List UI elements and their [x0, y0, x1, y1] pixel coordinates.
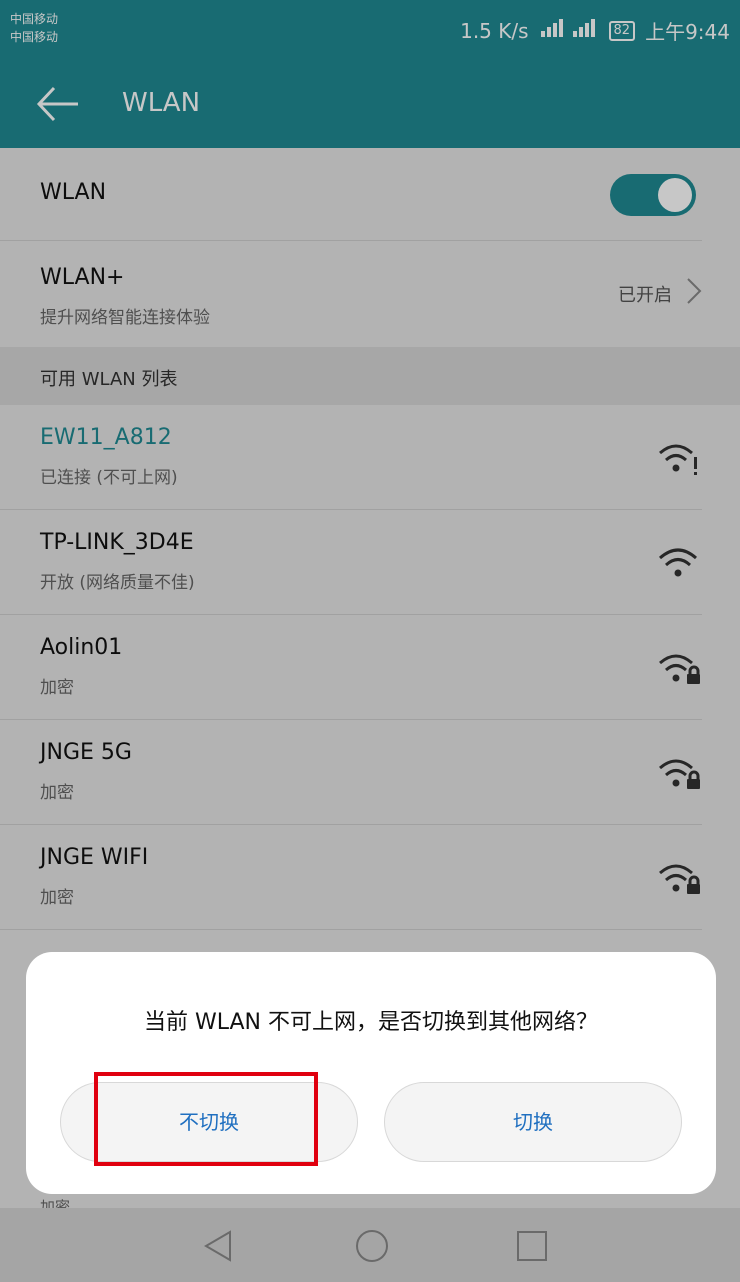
- home-nav-icon[interactable]: [350, 1226, 394, 1266]
- wlan-plus-status: 已开启: [618, 285, 672, 306]
- status-bar: 中国移动 中国移动 1.5 K/s 82 上午9:44: [0, 0, 740, 62]
- available-networks-header: 可用 WLAN 列表: [0, 347, 740, 405]
- wifi-lock-icon: [656, 859, 700, 899]
- switch-network-dialog: 当前 WLAN 不可上网，是否切换到其他网络？ 不切换 切换: [26, 952, 716, 1194]
- network-name: JNGE WIFI: [40, 845, 149, 870]
- wlan-toggle-label: WLAN: [40, 180, 107, 205]
- network-item[interactable]: JNGE 5G 加密: [0, 720, 702, 825]
- carrier-2: 中国移动: [10, 30, 59, 44]
- wlan-toggle-row[interactable]: WLAN: [0, 148, 702, 241]
- network-status: 加密: [40, 678, 74, 698]
- back-arrow-icon[interactable]: [36, 84, 80, 124]
- wifi-lock-icon: [656, 649, 700, 689]
- network-name: TP-LINK_3D4E: [40, 530, 194, 555]
- network-name: Aolin01: [40, 635, 123, 660]
- carrier-labels: 中国移动 中国移动: [10, 10, 58, 46]
- wlan-plus-subtitle: 提升网络智能连接体验: [40, 308, 210, 328]
- network-item[interactable]: JNGE WIFI 加密: [0, 825, 702, 930]
- network-speed: 1.5 K/s: [460, 18, 529, 43]
- status-icons: 1.5 K/s 82 上午9:44: [460, 16, 730, 45]
- wlan-plus-row[interactable]: WLAN+ 提升网络智能连接体验 已开启: [0, 241, 702, 347]
- network-item[interactable]: EW11_A812 已连接 (不可上网): [0, 405, 702, 510]
- carrier-1: 中国移动: [10, 12, 59, 26]
- back-nav-icon[interactable]: [196, 1226, 240, 1266]
- cancel-button[interactable]: 不切换: [60, 1082, 358, 1162]
- network-name: EW11_A812: [40, 425, 172, 450]
- network-status: 已连接 (不可上网): [40, 468, 178, 488]
- network-item[interactable]: TP-LINK_3D4E 开放 (网络质量不佳): [0, 510, 702, 615]
- network-status: 加密: [40, 783, 74, 803]
- clock: 上午9:44: [645, 20, 730, 44]
- chevron-right-icon: [684, 277, 704, 305]
- wifi-lock-icon: [656, 754, 700, 794]
- section-label: 可用 WLAN 列表: [40, 369, 178, 390]
- recents-nav-icon[interactable]: [510, 1226, 554, 1266]
- network-name: JNGE 5G: [40, 740, 132, 765]
- confirm-switch-button[interactable]: 切换: [384, 1082, 682, 1162]
- switch-knob: [658, 178, 692, 212]
- network-status: 加密: [40, 888, 74, 908]
- settings-list: WLAN WLAN+ 提升网络智能连接体验 已开启 可用 WLAN 列表 EW1…: [0, 148, 740, 930]
- app-bar: WLAN: [0, 62, 740, 148]
- page-title: WLAN: [122, 88, 201, 118]
- dialog-message: 当前 WLAN 不可上网，是否切换到其他网络？: [143, 1010, 598, 1035]
- wlan-switch[interactable]: [610, 174, 696, 216]
- signal-icon: [539, 17, 599, 44]
- wlan-plus-title: WLAN+: [40, 265, 125, 290]
- network-item[interactable]: Aolin01 加密: [0, 615, 702, 720]
- network-status: 开放 (网络质量不佳): [40, 573, 195, 593]
- wifi-icon: [656, 544, 700, 584]
- battery-icon: 82: [608, 20, 636, 41]
- navigation-bar: [0, 1208, 740, 1282]
- wifi-warning-icon: [656, 439, 700, 479]
